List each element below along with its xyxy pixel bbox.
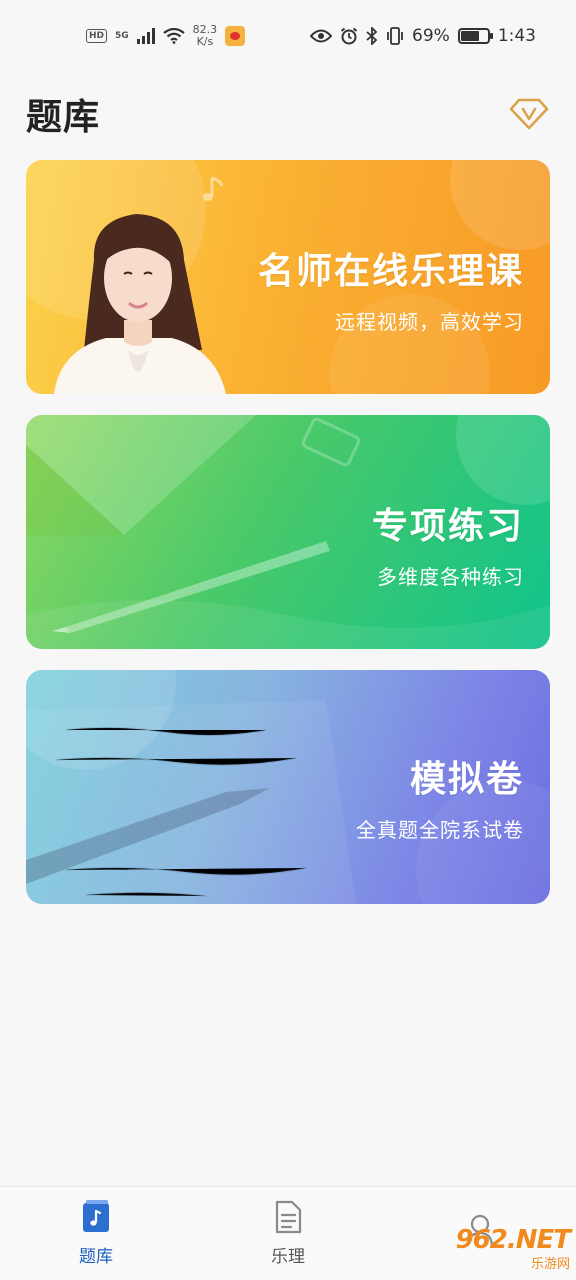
signal-icon	[136, 28, 155, 44]
app-screen: HD 5G 82.3 K/s 69% 1:43 题库 名师在线乐理课 远程视频，…	[0, 0, 576, 1280]
mock-exam-card[interactable]: 模拟卷 全真题全院系试卷	[26, 670, 550, 904]
battery-level	[460, 31, 479, 41]
hd-badge: HD	[86, 29, 108, 43]
nav-item-music-theory[interactable]: 乐理	[228, 1200, 348, 1267]
alarm-icon	[340, 27, 358, 45]
card-text: 模拟卷 全真题全院系试卷	[356, 750, 524, 843]
page-header: 题库	[26, 86, 550, 142]
vibrate-icon	[387, 27, 403, 45]
battery-percent: 69%	[412, 26, 450, 46]
card-title: 名师在线乐理课	[257, 251, 524, 292]
card-subtitle: 远程视频，高效学习	[335, 310, 524, 334]
card-title: 模拟卷	[409, 759, 524, 800]
watermark-logo: 962.NET	[455, 1224, 571, 1255]
card-text: 专项练习 多维度各种练习	[372, 497, 524, 590]
teacher-portrait	[54, 214, 226, 394]
status-right: 69% 1:43	[310, 26, 536, 46]
speed-unit: K/s	[196, 35, 214, 48]
diamond-v-icon[interactable]	[508, 93, 550, 135]
online-course-card[interactable]: 名师在线乐理课 远程视频，高效学习	[26, 160, 550, 394]
card-subtitle: 多维度各种练习	[377, 565, 524, 589]
card-subtitle: 全真题全院系试卷	[356, 818, 524, 842]
card-decoration	[450, 160, 550, 250]
weibo-notification-icon	[225, 26, 246, 46]
network-speed: 82.3 K/s	[193, 24, 218, 48]
bluetooth-icon	[366, 27, 378, 45]
status-bar: HD 5G 82.3 K/s 69% 1:43	[0, 0, 576, 72]
card-text: 名师在线乐理课 远程视频，高效学习	[258, 242, 524, 335]
status-left: HD 5G 82.3 K/s	[86, 24, 246, 48]
nav-label: 乐理	[271, 1247, 305, 1267]
battery-icon	[457, 28, 493, 44]
card-title: 专项练习	[371, 506, 524, 547]
eye-icon	[310, 29, 333, 43]
special-practice-card[interactable]: 专项练习 多维度各种练习	[26, 415, 550, 649]
nav-item-question-bank[interactable]: 题库	[36, 1200, 156, 1267]
nav-label: 题库	[79, 1247, 113, 1267]
page-title: 题库	[26, 97, 101, 138]
document-icon	[271, 1200, 305, 1234]
network-type: 5G	[115, 30, 129, 41]
clock: 1:43	[497, 26, 536, 46]
site-watermark: 962.NET 乐游网	[442, 1222, 571, 1274]
wifi-icon	[162, 28, 185, 44]
watermark-sub: 乐游网	[530, 1256, 570, 1272]
music-book-icon	[79, 1200, 113, 1234]
